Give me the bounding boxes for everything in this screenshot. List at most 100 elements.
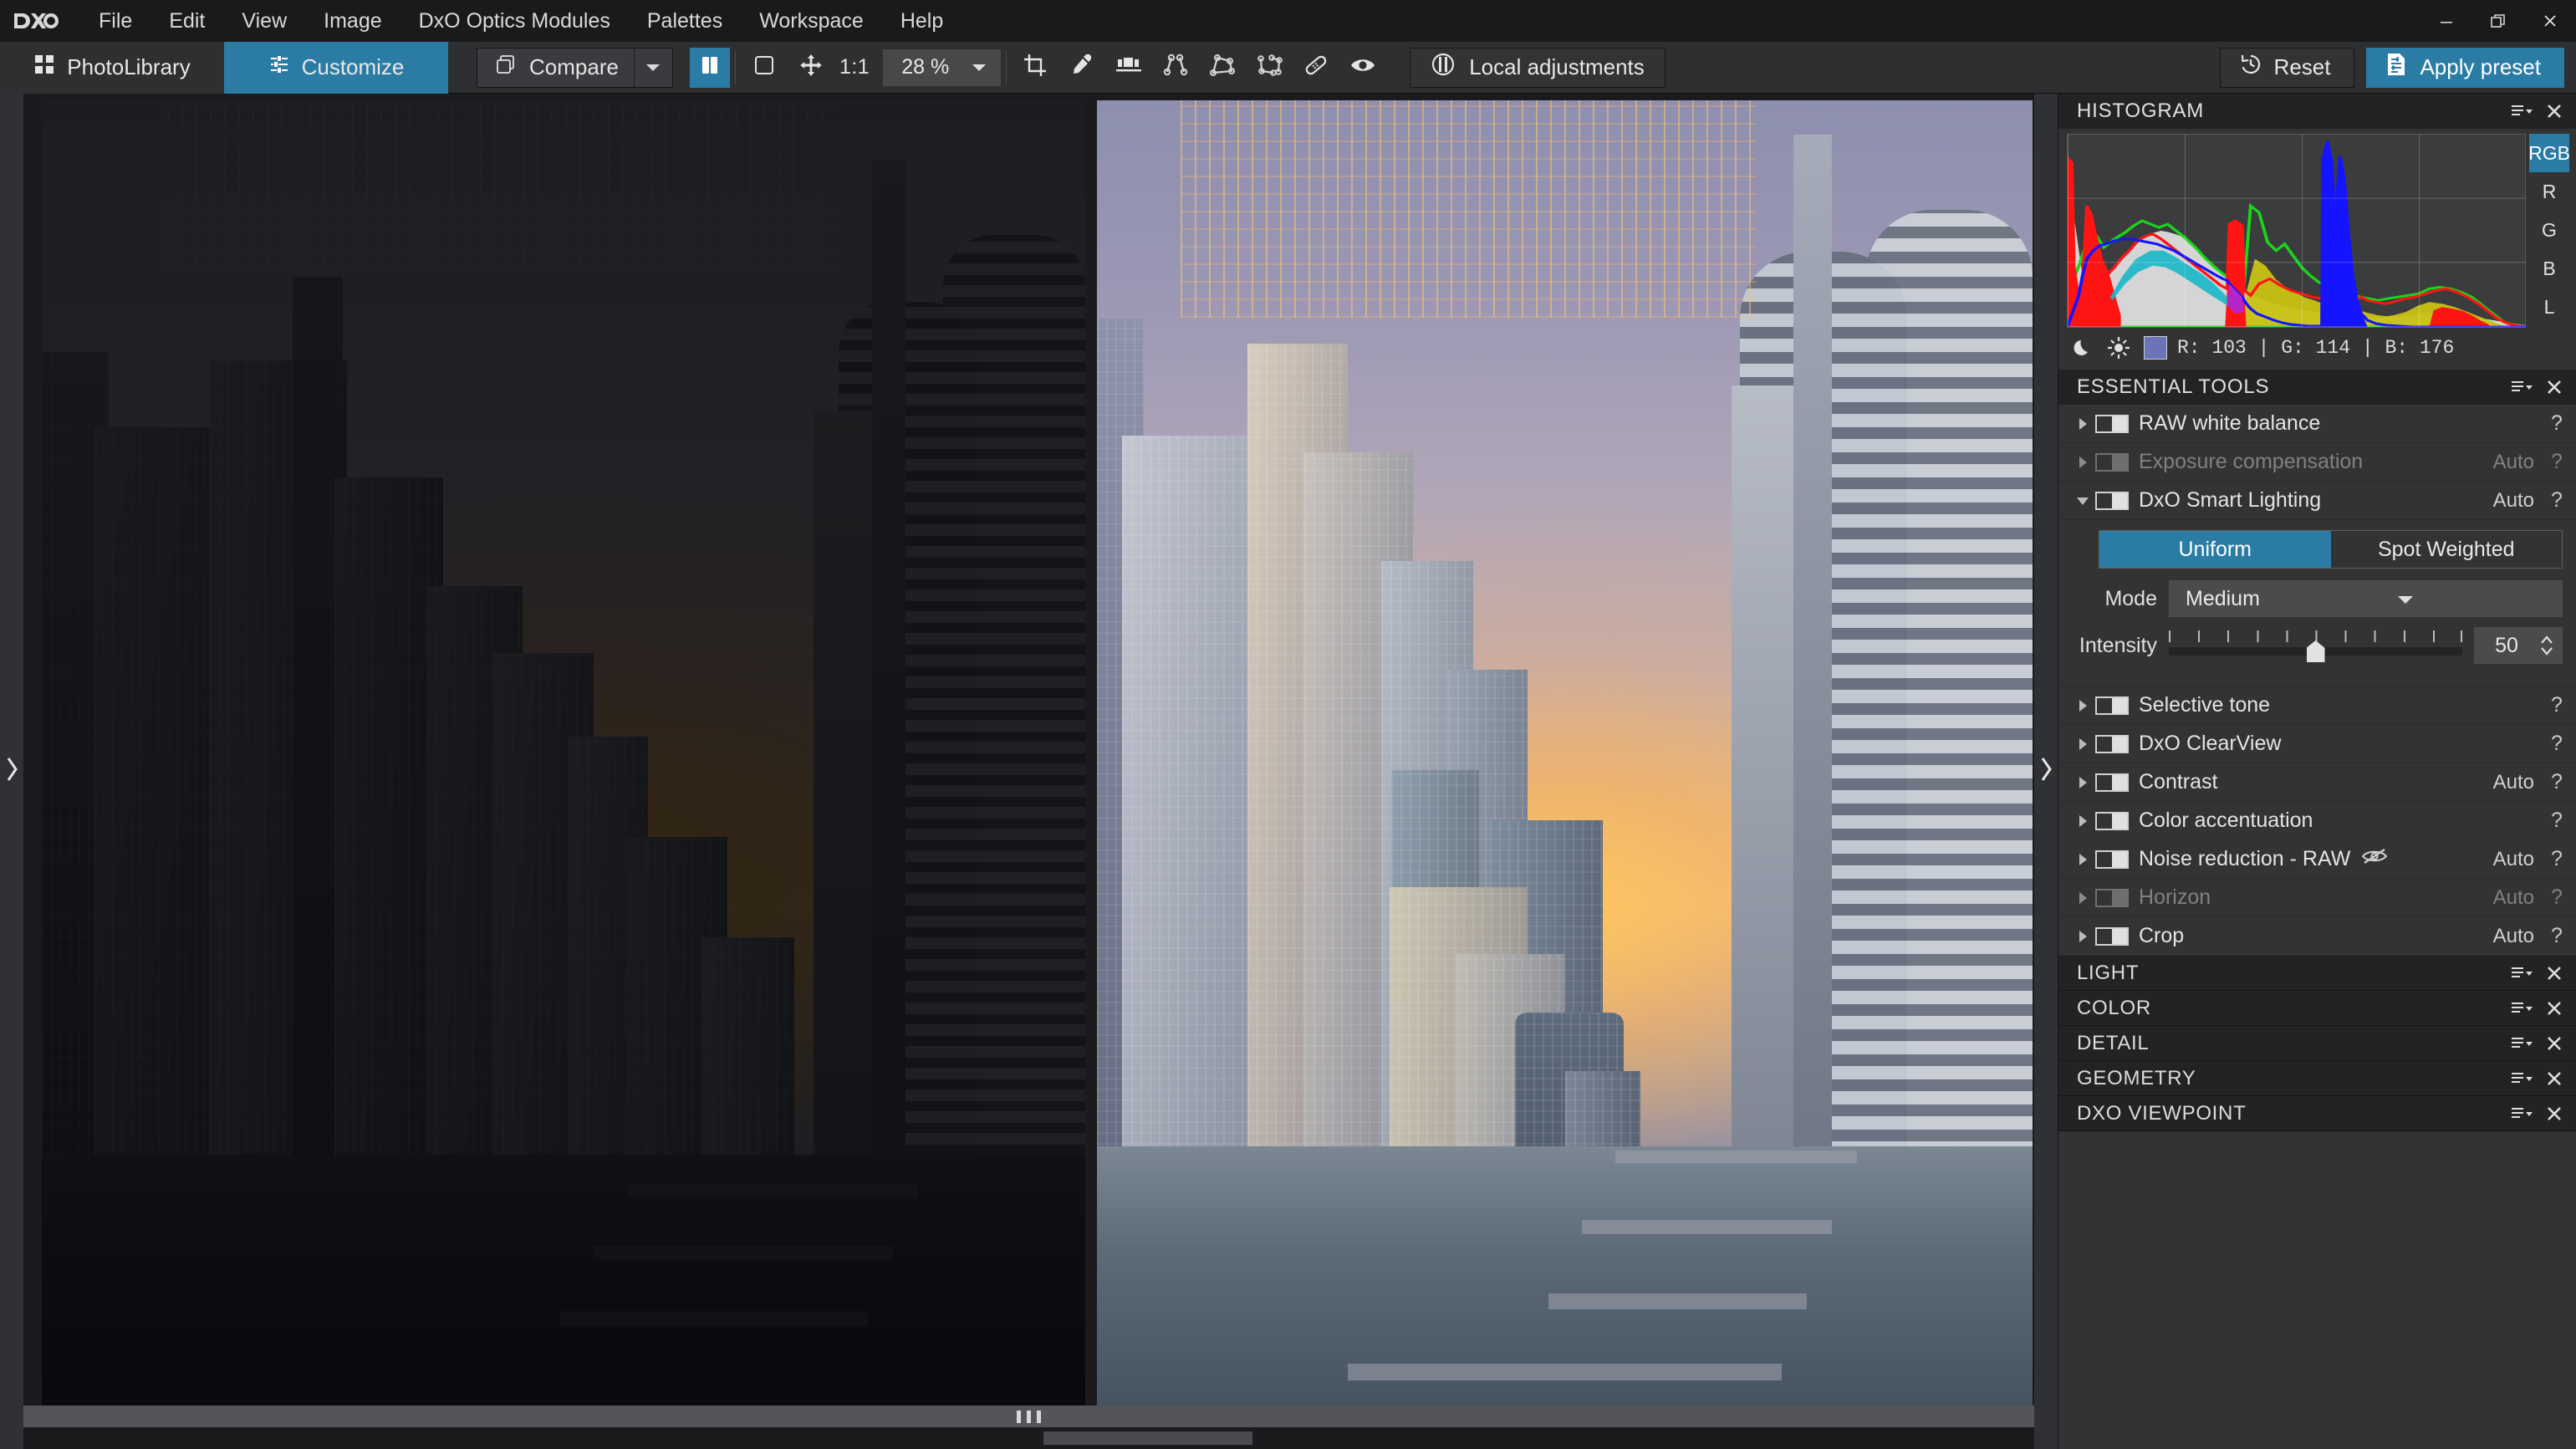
close-icon[interactable]: [2546, 1035, 2563, 1052]
compare-button[interactable]: Compare: [477, 48, 634, 87]
help-icon[interactable]: ?: [2549, 488, 2564, 513]
left-panel-expander[interactable]: [0, 94, 23, 1449]
help-icon[interactable]: ?: [2549, 770, 2564, 794]
palette-detail[interactable]: DETAIL: [2058, 1026, 2576, 1061]
auto-label[interactable]: Auto: [2493, 848, 2534, 871]
after-image[interactable]: [1097, 100, 2033, 1406]
local-adjustments-button[interactable]: Local adjustments: [1410, 47, 1665, 88]
close-button[interactable]: [2524, 0, 2576, 42]
histogram-channel-r[interactable]: R: [2529, 172, 2569, 211]
expand-triangle-icon[interactable]: [2074, 455, 2092, 470]
expand-triangle-icon[interactable]: [2074, 775, 2092, 790]
help-icon[interactable]: ?: [2549, 732, 2564, 756]
help-icon[interactable]: ?: [2549, 450, 2564, 474]
histogram-channel-g[interactable]: G: [2529, 211, 2569, 249]
tab-photolibrary[interactable]: PhotoLibrary: [0, 41, 224, 94]
preview-toggle[interactable]: [1339, 47, 1386, 89]
tool-row-selective-tone[interactable]: Selective tone ?: [2058, 686, 2576, 725]
crop-tool[interactable]: [1012, 47, 1058, 89]
menu-item-palettes[interactable]: Palettes: [629, 0, 741, 42]
toggle-color-accentuation[interactable]: [2095, 811, 2129, 830]
palette-geometry[interactable]: GEOMETRY: [2058, 1061, 2576, 1096]
white-balance-picker[interactable]: [1058, 47, 1105, 89]
palette-dxo-viewpoint[interactable]: DXO VIEWPOINT: [2058, 1096, 2576, 1131]
auto-label[interactable]: Auto: [2493, 451, 2534, 474]
fit-to-screen-button[interactable]: [741, 47, 788, 89]
close-icon[interactable]: [2546, 1105, 2563, 1122]
sun-icon[interactable]: [2107, 336, 2130, 360]
right-panel-expander[interactable]: [2034, 94, 2058, 1449]
auto-label[interactable]: Auto: [2493, 771, 2534, 794]
viewpoint-rectangle-tool[interactable]: [1199, 47, 1246, 89]
help-icon[interactable]: ?: [2549, 809, 2564, 833]
zoom-level-select[interactable]: 28 %: [883, 48, 1002, 86]
compare-dropdown-caret[interactable]: [633, 48, 672, 87]
auto-label[interactable]: Auto: [2493, 925, 2534, 948]
tool-row-crop[interactable]: Crop Auto ?: [2058, 917, 2576, 956]
expand-triangle-icon[interactable]: [2074, 852, 2092, 867]
expand-triangle-icon[interactable]: [2074, 737, 2092, 752]
menu-item-help[interactable]: Help: [882, 0, 962, 42]
menu-item-view[interactable]: View: [223, 0, 305, 42]
toggle-contrast[interactable]: [2095, 773, 2129, 792]
zoom-ratio-label[interactable]: 1:1: [834, 55, 875, 79]
expand-triangle-icon[interactable]: [2074, 416, 2092, 431]
restore-button[interactable]: [2472, 0, 2524, 42]
auto-label[interactable]: Auto: [2493, 886, 2534, 910]
tool-row-horizon[interactable]: Horizon Auto ?: [2058, 879, 2576, 917]
help-icon[interactable]: ?: [2549, 847, 2564, 871]
before-image[interactable]: [42, 100, 1085, 1406]
menu-item-edit[interactable]: Edit: [150, 0, 223, 42]
toggle-dxo-clearview[interactable]: [2095, 734, 2129, 753]
close-icon[interactable]: [2546, 103, 2563, 120]
segment-uniform[interactable]: Uniform: [2099, 531, 2331, 568]
close-icon[interactable]: [2546, 1000, 2563, 1017]
expand-triangle-icon[interactable]: [2074, 698, 2092, 713]
palette-menu-icon[interactable]: [2511, 965, 2533, 982]
split-view-toggle[interactable]: [689, 47, 730, 88]
tool-row-contrast[interactable]: Contrast Auto ?: [2058, 763, 2576, 802]
palette-menu-icon[interactable]: [2511, 1105, 2533, 1122]
toggle-dxo-smart-lighting[interactable]: [2095, 491, 2129, 510]
horizon-tool[interactable]: [1105, 47, 1152, 89]
viewpoint-eight-point-tool[interactable]: [1246, 47, 1293, 89]
toggle-noise-reduction-raw[interactable]: [2095, 850, 2129, 869]
expand-triangle-icon[interactable]: [2074, 890, 2092, 906]
apply-preset-button[interactable]: Apply preset: [2366, 47, 2564, 88]
horizontal-scrollbar[interactable]: [23, 1427, 2034, 1449]
tool-row-dxo-smart-lighting[interactable]: DxO Smart Lighting Auto ?: [2058, 482, 2576, 520]
toggle-exposure-compensation[interactable]: [2095, 452, 2129, 472]
toggle-selective-tone[interactable]: [2095, 696, 2129, 715]
histogram-channel-b[interactable]: B: [2529, 249, 2569, 288]
pan-move-button[interactable]: [788, 47, 834, 89]
close-icon[interactable]: [2546, 1070, 2563, 1087]
expand-triangle-icon[interactable]: [2074, 814, 2092, 829]
toggle-crop[interactable]: [2095, 926, 2129, 946]
close-icon[interactable]: [2546, 379, 2563, 395]
toggle-horizon[interactable]: [2095, 888, 2129, 907]
minimize-button[interactable]: [2420, 0, 2472, 42]
slider-knob[interactable]: [2306, 640, 2325, 662]
histogram-channel-l[interactable]: L: [2529, 288, 2569, 326]
repair-tool[interactable]: [1293, 47, 1339, 89]
moon-icon[interactable]: [2072, 337, 2094, 359]
close-icon[interactable]: [2546, 965, 2563, 982]
intensity-slider[interactable]: [2169, 627, 2462, 664]
palette-menu-icon[interactable]: [2511, 103, 2533, 120]
palette-light[interactable]: LIGHT: [2058, 956, 2576, 991]
viewpoint-parallel-tool[interactable]: [1152, 47, 1199, 89]
tab-customize[interactable]: Customize: [224, 41, 448, 94]
horizontal-scrollbar-thumb[interactable]: [1043, 1431, 1252, 1445]
palette-menu-icon[interactable]: [2511, 379, 2533, 395]
help-icon[interactable]: ?: [2549, 924, 2564, 948]
help-icon[interactable]: ?: [2549, 885, 2564, 910]
palette-color[interactable]: COLOR: [2058, 991, 2576, 1026]
menu-item-image[interactable]: Image: [305, 0, 400, 42]
expand-triangle-icon[interactable]: [2074, 929, 2092, 944]
menu-item-dxo-optics-modules[interactable]: DxO Optics Modules: [400, 0, 629, 42]
palette-menu-icon[interactable]: [2511, 1070, 2533, 1087]
menu-item-workspace[interactable]: Workspace: [741, 0, 882, 42]
toggle-raw-white-balance[interactable]: [2095, 414, 2129, 433]
tool-row-exposure-compensation[interactable]: Exposure compensation Auto ?: [2058, 443, 2576, 482]
menu-item-file[interactable]: File: [80, 0, 150, 42]
